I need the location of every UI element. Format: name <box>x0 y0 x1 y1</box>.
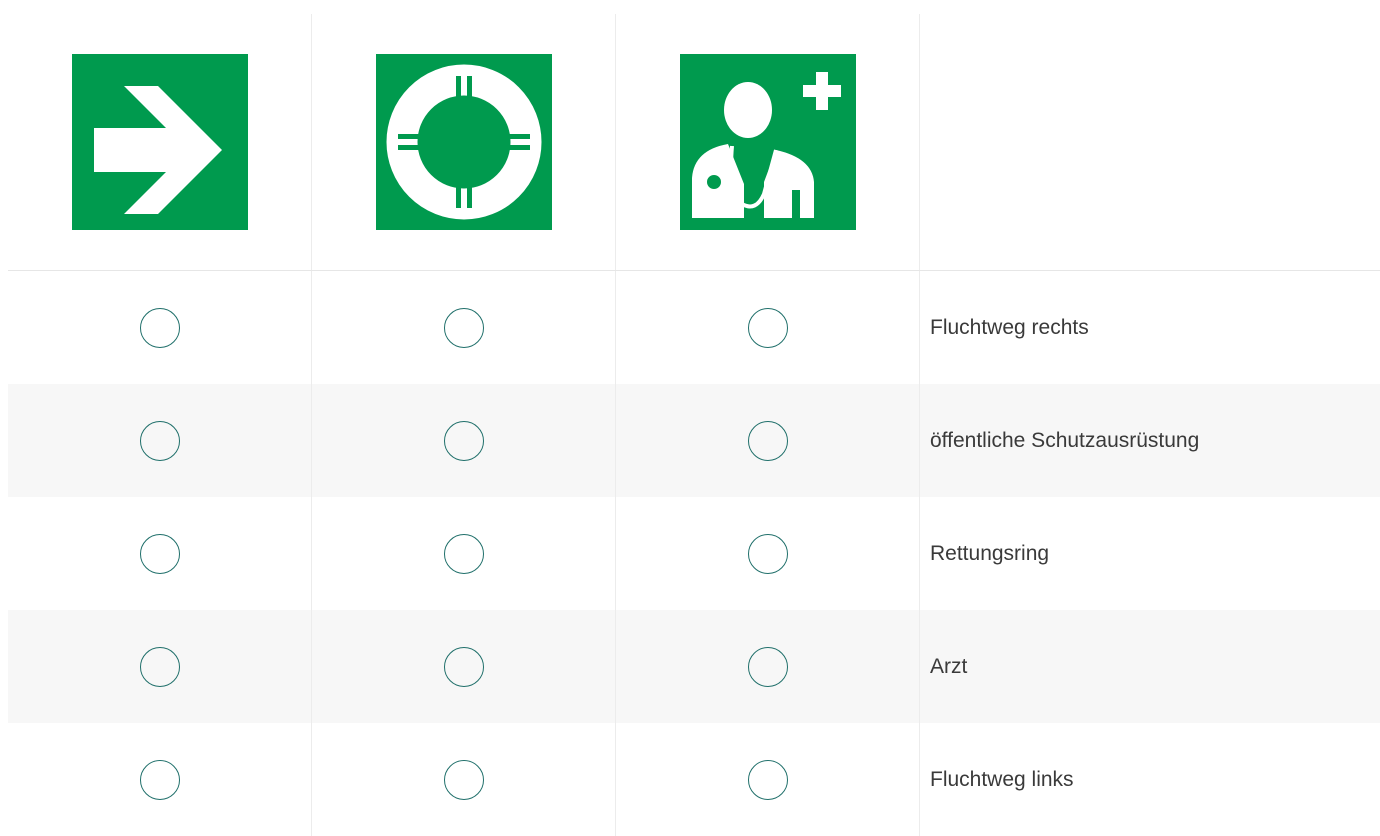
cell <box>312 610 616 723</box>
radio-button[interactable] <box>747 646 788 687</box>
cell <box>312 384 616 497</box>
radio-button[interactable] <box>443 646 484 687</box>
cell <box>616 271 920 384</box>
cell <box>616 384 920 497</box>
row-label: Fluchtweg links <box>930 767 1074 791</box>
cell <box>312 271 616 384</box>
radio-button[interactable] <box>443 533 484 574</box>
radio-button[interactable] <box>443 759 484 800</box>
column-header-2 <box>312 14 616 270</box>
doctor-icon <box>679 54 856 230</box>
radio-button[interactable] <box>139 759 180 800</box>
cell <box>312 723 616 836</box>
label-column-header <box>920 14 1380 270</box>
matrix-row: öffentliche Schutzausrüstung <box>8 384 1380 497</box>
matching-matrix: Fluchtweg rechts öffentliche Schutzausrü… <box>8 14 1380 836</box>
radio-button[interactable] <box>747 759 788 800</box>
radio-button[interactable] <box>443 307 484 348</box>
radio-button[interactable] <box>139 420 180 461</box>
cell <box>8 271 312 384</box>
row-label: Rettungsring <box>930 541 1050 565</box>
radio-button[interactable] <box>139 533 180 574</box>
cell <box>8 723 312 836</box>
matrix-row: Fluchtweg links <box>8 723 1380 836</box>
header-row <box>8 14 1380 271</box>
radio-button[interactable] <box>747 307 788 348</box>
matrix-row: Arzt <box>8 610 1380 723</box>
cell <box>616 497 920 610</box>
radio-button[interactable] <box>747 533 788 574</box>
row-label: Arzt <box>930 654 968 678</box>
cell <box>312 497 616 610</box>
cell <box>8 497 312 610</box>
row-label: Fluchtweg rechts <box>930 315 1089 339</box>
radio-button[interactable] <box>747 420 788 461</box>
row-label: öffentliche Schutzausrüstung <box>930 428 1200 452</box>
cell <box>8 384 312 497</box>
column-header-1 <box>8 14 312 270</box>
radio-button[interactable] <box>443 420 484 461</box>
column-header-3 <box>616 14 920 270</box>
radio-button[interactable] <box>139 646 180 687</box>
matrix-row: Fluchtweg rechts <box>8 271 1380 384</box>
cell <box>616 610 920 723</box>
lifebuoy-icon <box>375 54 552 230</box>
escape-route-right-arrow-icon <box>71 54 248 230</box>
cell <box>616 723 920 836</box>
cell <box>8 610 312 723</box>
radio-button[interactable] <box>139 307 180 348</box>
matrix-row: Rettungsring <box>8 497 1380 610</box>
